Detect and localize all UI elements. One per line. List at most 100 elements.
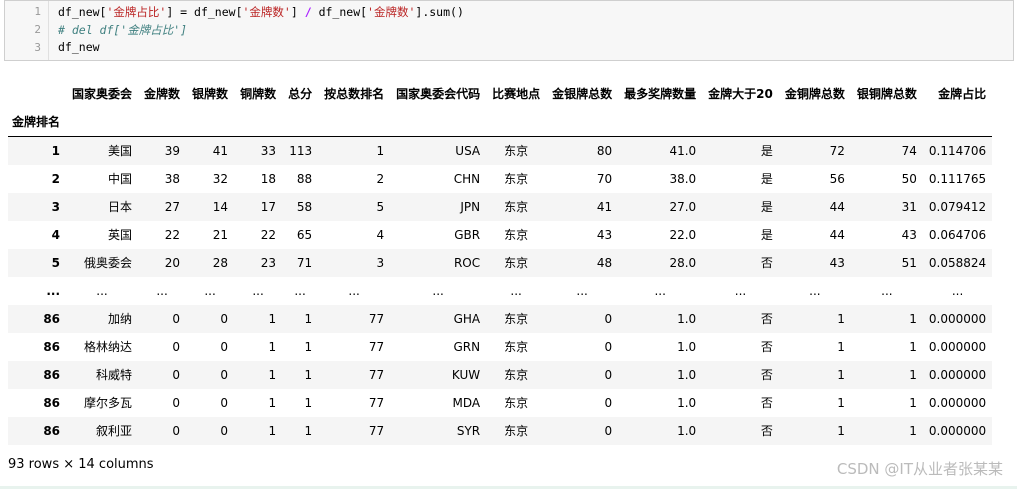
table-cell: 0 <box>604 367 613 382</box>
table-cell: 5 <box>376 199 385 214</box>
table-cell: 27.0 <box>669 199 697 214</box>
row-index: 3 <box>51 199 61 214</box>
table-cell: 东京 <box>504 340 529 354</box>
table-cell: 0 <box>220 311 229 326</box>
table-cell: ... <box>204 283 216 298</box>
table-cell: 摩尔多瓦 <box>84 396 133 410</box>
column-header: 国家奥委会 <box>72 86 133 101</box>
table-cell: GRN <box>453 339 481 354</box>
table-cell: 0 <box>172 311 181 326</box>
table-cell: 1 <box>268 423 277 438</box>
index-name-spacer <box>779 106 851 137</box>
index-name-spacer <box>486 106 546 137</box>
table-cell: 4 <box>376 227 385 242</box>
table-cell: 77 <box>368 311 385 326</box>
table-cell: 65 <box>296 227 313 242</box>
table-cell: 1 <box>268 367 277 382</box>
table-cell: 18 <box>260 171 277 186</box>
table-cell: 1.0 <box>677 339 697 354</box>
table-cell: 74 <box>850 136 923 165</box>
code-token: df_new[ <box>58 5 107 19</box>
table-cell: 0.000000 <box>928 311 987 326</box>
row-index: 86 <box>43 367 61 382</box>
table-cell: 东京 <box>504 396 529 410</box>
code-string: '金牌数' <box>242 5 291 19</box>
table-cell: 是 <box>760 228 773 242</box>
table-cell: MDA <box>452 395 481 410</box>
code-line-2-comment[interactable]: # del df['金牌占比'] <box>58 22 187 38</box>
index-name: 金牌排名 <box>12 114 61 129</box>
table-cell: ... <box>432 283 444 298</box>
table-cell: 0.000000 <box>928 367 987 382</box>
table-row: 2 中国 38 32 18 88 2 CHN 东京 70 38.0 是 56 50 0.111765 <box>8 165 992 193</box>
table-cell: 48 <box>596 255 613 270</box>
table-cell: 43 <box>829 255 845 270</box>
table-cell: 1 <box>837 367 845 382</box>
column-header: 银牌数 <box>192 86 229 101</box>
table-cell: 113 <box>282 136 319 165</box>
table-cell: 20 <box>164 255 181 270</box>
table-row: 4 英国 22 21 22 65 4 GBR 东京 43 22.0 是 44 43 0.064706 <box>8 221 992 249</box>
table-cell: 0 <box>172 395 181 410</box>
code-string: '金牌占比' <box>106 5 167 19</box>
table-cell: 77 <box>368 367 385 382</box>
table-cell: 1.0 <box>677 395 697 410</box>
table-cell: 41 <box>186 136 235 165</box>
table-cell: 77 <box>368 423 385 438</box>
table-cell: ... <box>734 283 747 298</box>
table-cell: 0.000000 <box>928 423 987 438</box>
table-cell: 43 <box>596 227 613 242</box>
table-cell: 0 <box>220 423 229 438</box>
table-cell: 东京 <box>504 424 529 438</box>
row-index: ... <box>46 283 61 298</box>
code-operator: / <box>304 5 312 19</box>
column-header: 金牌大于20 <box>708 86 773 101</box>
table-cell: 41 <box>596 199 613 214</box>
table-cell: 39 <box>138 136 187 165</box>
table-cell: ... <box>951 283 964 298</box>
table-cell: 1 <box>304 395 313 410</box>
table-cell: 70 <box>596 171 613 186</box>
index-name-spacer <box>138 106 186 137</box>
table-cell: 23 <box>260 255 277 270</box>
table-row: 3 日本 27 14 17 58 5 JPN 东京 41 27.0 是 44 31 0.079412 <box>8 192 993 221</box>
table-cell: 33 <box>234 136 283 165</box>
table-cell: ... <box>156 283 168 298</box>
table-cell: 1.0 <box>677 367 697 382</box>
table-cell: 50 <box>901 171 917 186</box>
table-cell: 44 <box>829 227 845 242</box>
watermark: CSDN @IT从业者张某某 <box>836 460 1003 478</box>
column-header: 按总数排名 <box>324 86 385 101</box>
table-cell: 1 <box>909 423 917 438</box>
table-cell: 38.0 <box>669 171 697 186</box>
code-line-1[interactable]: df_new['金牌占比'] = df_new['金牌数'] / df_new[… <box>58 4 464 20</box>
code-cell[interactable]: 1 2 3 df_new['金牌占比'] = df_new['金牌数'] / d… <box>4 0 1014 61</box>
table-cell: 东京 <box>504 368 529 382</box>
table-cell: 0 <box>220 367 229 382</box>
index-name-row: 金牌排名 <box>8 106 992 137</box>
table-cell: KUW <box>451 367 481 382</box>
code-line-3[interactable]: df_new <box>58 40 100 54</box>
table-cell: 0 <box>220 395 229 410</box>
table-cell: 77 <box>368 395 385 410</box>
table-cell: 否 <box>760 424 773 438</box>
table-cell: 否 <box>760 340 773 354</box>
table-cell: 77 <box>368 339 385 354</box>
table-cell: 叙利亚 <box>96 424 133 438</box>
table-cell: JPN <box>460 199 481 214</box>
table-cell: 东京 <box>486 136 547 165</box>
table-cell: 51 <box>901 255 917 270</box>
table-cell: 14 <box>212 199 229 214</box>
table-cell: 否 <box>760 256 773 270</box>
index-name-spacer <box>546 106 618 137</box>
table-cell: 43 <box>901 227 917 242</box>
index-name-spacer <box>923 106 992 137</box>
table-cell: 1.0 <box>677 423 697 438</box>
table-cell: ... <box>576 283 588 298</box>
table-cell: ... <box>252 283 264 298</box>
table-cell: GHA <box>453 311 481 326</box>
row-index: 4 <box>51 227 61 242</box>
table-cell: ... <box>510 283 522 298</box>
table-row: 86 加纳 0 0 1 1 77 GHA 东京 0 1.0 否 1 1 0.000000 <box>8 304 993 333</box>
table-row: 86 叙利亚 0 0 1 1 77 SYR 东京 0 1.0 否 1 1 0.000000 <box>8 416 993 445</box>
